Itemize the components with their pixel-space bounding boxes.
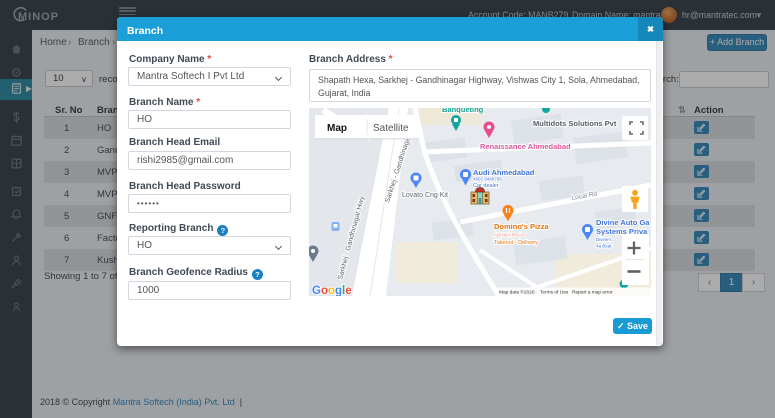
svg-text:Divine's: Divine's [596, 237, 612, 242]
svg-text:Car dealer: Car dealer [473, 183, 499, 189]
svg-text:Map: Map [327, 123, 347, 134]
svg-text:Google: Google [312, 285, 352, 296]
svg-text:4602 9446765: 4602 9446765 [473, 177, 502, 182]
svg-text:Banqueting: Banqueting [442, 108, 484, 114]
svg-text:Report a map error: Report a map error [572, 290, 613, 296]
svg-text:Takeout - Delivery: Takeout - Delivery [494, 240, 538, 246]
svg-text:Satellite: Satellite [373, 123, 409, 134]
svg-text:Renaissance Ahmedabad: Renaissance Ahmedabad [480, 142, 571, 151]
svg-text:Multidots Solutions Pvt: Multidots Solutions Pvt [533, 119, 617, 128]
svg-text:ADHIKA ROAD: ADHIKA ROAD [494, 233, 526, 238]
svg-text:4a Beat: 4a Beat [596, 244, 612, 249]
svg-text:Divine Auto Ga: Divine Auto Ga [596, 218, 650, 227]
svg-text:Map data ©2020: Map data ©2020 [499, 289, 535, 296]
svg-text:Terms of Use: Terms of Use [540, 290, 569, 296]
svg-text:Domino's Pizza: Domino's Pizza [494, 222, 550, 231]
svg-text:Lovato Cng Kit: Lovato Cng Kit [402, 192, 448, 199]
